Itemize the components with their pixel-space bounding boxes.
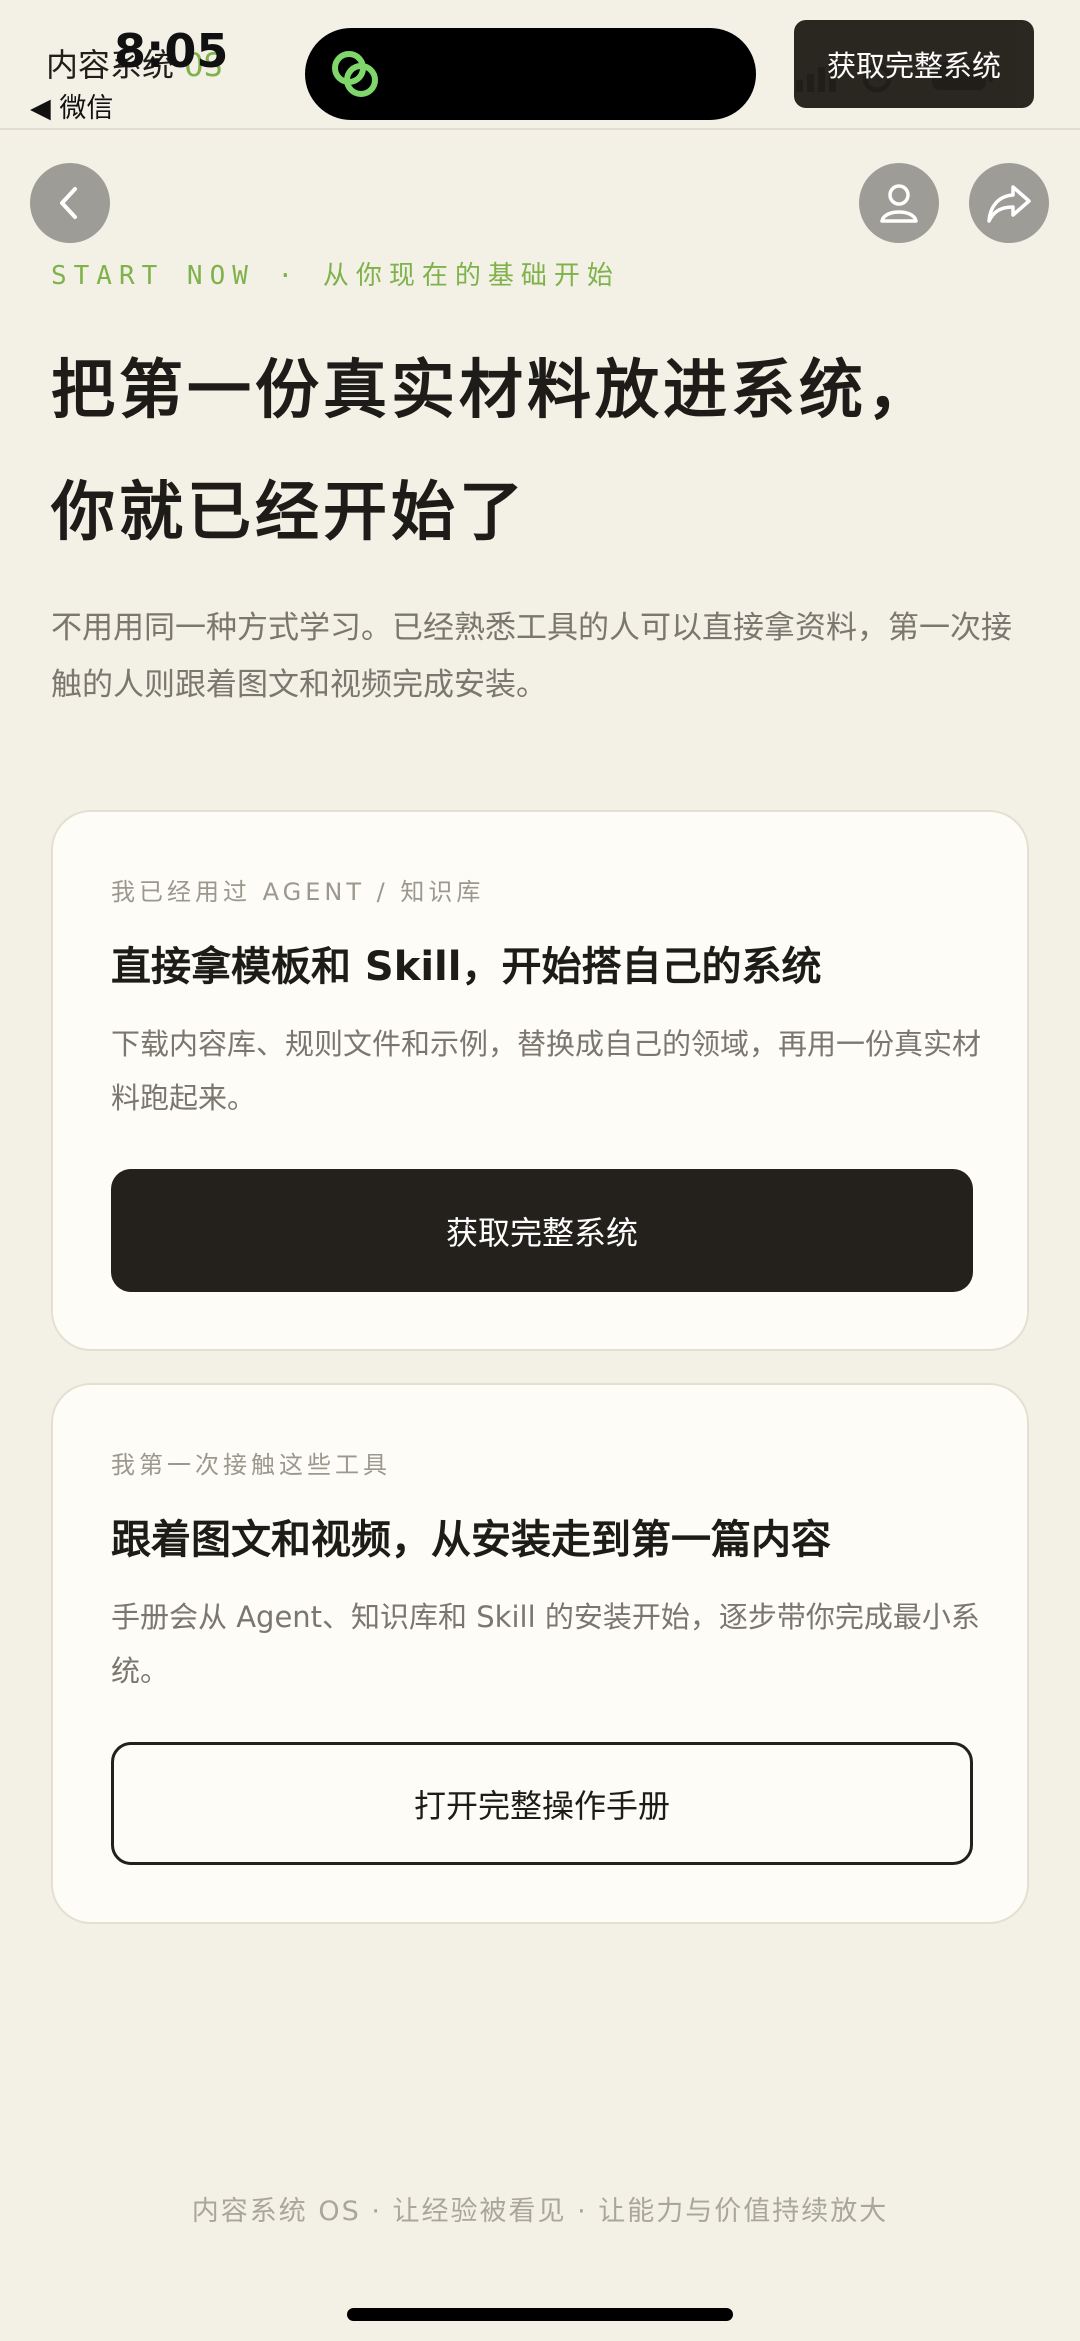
get-system-button[interactable]: 获取完整系统 (111, 1169, 973, 1292)
card-tag: 我已经用过 AGENT / 知识库 (111, 878, 485, 906)
get-system-top-button[interactable]: 获取完整系统 (794, 20, 1034, 108)
share-icon (987, 185, 1031, 223)
headline-line-1: 把第一份真实材料放进系统， (51, 354, 935, 428)
section-kicker: START NOW · 从你现在的基础开始 (51, 261, 620, 291)
card-title: 跟着图文和视频，从安装走到第一篇内容 (111, 1517, 831, 1563)
card-title: 直接拿模板和 Skill，开始搭自己的系统 (111, 944, 822, 990)
footer-tagline: 内容系统 OS · 让经验被看见 · 让能力与价值持续放大 (191, 2196, 889, 2227)
wechat-mini-icon (332, 51, 378, 97)
back-to-app-link[interactable]: ◀ 微信 (30, 86, 113, 125)
beginner-card: 我第一次接触这些工具 跟着图文和视频，从安装走到第一篇内容 手册会从 Agent… (51, 1383, 1029, 1924)
page-headline: 把第一份真实材料放进系统， 你就已经开始了 (51, 330, 1041, 574)
intro-text: 不用用同一种方式学习。已经熟悉工具的人可以直接拿资料，第一次接触的人则跟着图文和… (51, 610, 1012, 703)
top-bar: 内容系统 OS 8:05 ◀ 微信 获取完整系统 (0, 0, 1080, 130)
card-description: 下载内容库、规则文件和示例，替换成自己的领域，再用一份真实材料跑起来。 (111, 1027, 982, 1115)
home-indicator[interactable] (347, 2308, 733, 2321)
card-description: 手册会从 Agent、知识库和 Skill 的安装开始，逐步带你完成最小系统。 (111, 1600, 980, 1688)
experienced-user-card: 我已经用过 AGENT / 知识库 直接拿模板和 Skill，开始搭自己的系统 … (51, 810, 1029, 1351)
dynamic-island (305, 28, 756, 120)
headline-line-2: 你就已经开始了 (51, 476, 527, 550)
profile-button[interactable] (859, 163, 939, 243)
open-manual-button[interactable]: 打开完整操作手册 (111, 1742, 973, 1865)
status-time: 8:05 (114, 24, 229, 78)
back-button[interactable] (30, 163, 110, 243)
back-arrow-icon (60, 187, 77, 219)
share-button[interactable] (969, 163, 1049, 243)
card-tag: 我第一次接触这些工具 (111, 1451, 391, 1479)
profile-icon (880, 184, 918, 223)
page: 内容系统 OS 8:05 ◀ 微信 获取完整系统 START NOW · 从你现… (0, 0, 1080, 2341)
